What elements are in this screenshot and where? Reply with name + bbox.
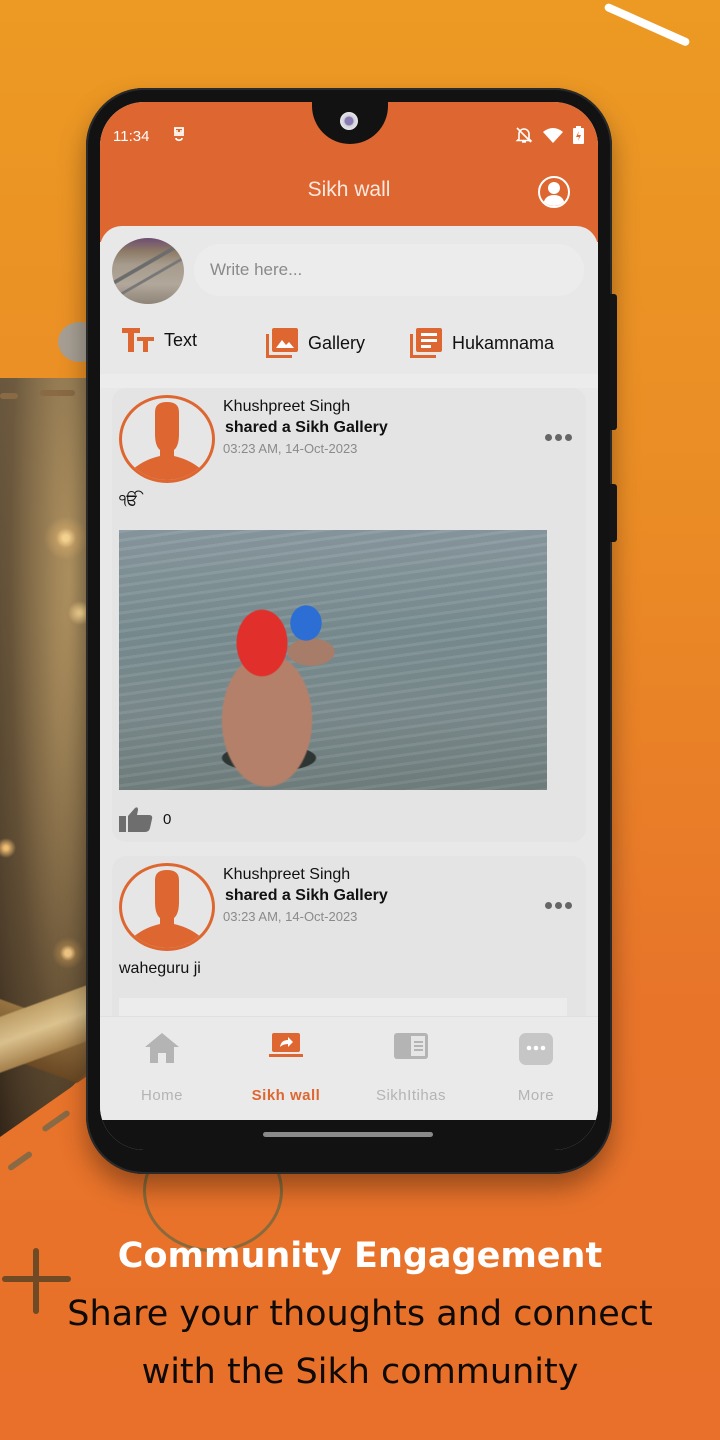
nav-sikhitihas[interactable]: SikhItihas: [349, 1017, 473, 1120]
thumbs-up-icon[interactable]: [119, 806, 153, 832]
post-author-name[interactable]: Khushpreet Singh: [223, 398, 350, 416]
user-silhouette-icon: [130, 402, 204, 480]
app-notification-icon: [174, 127, 184, 142]
wifi-icon: [543, 128, 563, 143]
status-time: 11:34: [113, 128, 150, 145]
phone-volume-button: [610, 294, 617, 430]
user-silhouette-icon: [130, 870, 204, 948]
page-title: Sikh wall: [307, 178, 391, 201]
nav-more[interactable]: More: [474, 1017, 598, 1120]
nav-sikh-wall-label: Sikh wall: [251, 1087, 321, 1104]
gallery-icon: [266, 328, 298, 358]
post-action-target[interactable]: Sikh Gallery: [295, 887, 388, 904]
my-avatar[interactable]: [112, 238, 184, 304]
post-type-hukamnama-label: Hukamnama: [452, 332, 555, 353]
home-gesture-bar[interactable]: [263, 1132, 433, 1137]
post-type-hukamnama[interactable]: Hukamnama: [410, 328, 554, 358]
battery-charging-icon: [573, 126, 584, 144]
feed-content: Text Gallery Hukamnama: [100, 226, 598, 1056]
app-bar: 11:34 Sikh wall: [100, 102, 598, 242]
profile-button[interactable]: [538, 176, 570, 208]
user-profile-icon: [543, 182, 565, 206]
post-type-bar: Text Gallery Hukamnama: [100, 328, 598, 374]
more-dots-icon: [545, 434, 552, 441]
nav-home-label: Home: [140, 1087, 183, 1104]
system-gesture-area: [100, 1120, 598, 1150]
post-author-avatar[interactable]: [119, 863, 215, 951]
post-type-text-label: Text: [164, 329, 198, 350]
decorative-plus: [2, 1276, 71, 1282]
more-dots-icon: [565, 902, 572, 909]
post-action-prefix: shared a: [225, 419, 291, 436]
post-action-target[interactable]: Sikh Gallery: [295, 419, 388, 436]
post-type-gallery[interactable]: Gallery: [266, 328, 365, 358]
post-type-gallery-label: Gallery: [308, 332, 366, 353]
book-icon: [394, 1033, 428, 1059]
composer: [112, 238, 584, 306]
promo-subtitle-line-2: with the Sikh community: [141, 1352, 579, 1392]
decorative-dash: [0, 393, 18, 399]
write-post-input[interactable]: [194, 244, 584, 296]
nav-sikh-wall[interactable]: Sikh wall: [224, 1017, 348, 1120]
phone-power-button: [610, 484, 617, 542]
post-text: ੴ: [119, 492, 139, 509]
post-timestamp: 03:23 AM, 14-Oct-2023: [223, 441, 358, 456]
text-format-icon: [122, 328, 154, 352]
promo-subtitle-line-1: Share your thoughts and connect: [67, 1294, 653, 1334]
phone-screen: 11:34 Sikh wall Write here... Text Galle…: [100, 102, 598, 1150]
post-more-button[interactable]: [545, 434, 572, 441]
nav-more-label: More: [517, 1087, 555, 1104]
home-icon: [145, 1033, 179, 1063]
like-count: 0: [163, 810, 172, 828]
share-screen-icon: [269, 1033, 303, 1057]
nav-sikhitihas-label: SikhItihas: [375, 1087, 447, 1104]
more-dots-icon: [565, 434, 572, 441]
decorative-line: [603, 2, 691, 48]
decorative-dash: [40, 390, 75, 396]
like-row: 0: [119, 806, 171, 832]
post-author-name[interactable]: Khushpreet Singh: [223, 866, 350, 884]
front-camera: [340, 112, 358, 130]
feed-divider: [100, 374, 598, 388]
post-more-button[interactable]: [545, 902, 572, 909]
bottom-navigation: Home Sikh wall SikhItihas More: [100, 1016, 598, 1120]
document-list-icon: [410, 328, 442, 358]
post-text: waheguru ji: [119, 960, 201, 977]
post-action: shared a Sikh Gallery: [225, 419, 388, 437]
post-action-prefix: shared a: [225, 887, 291, 904]
post-author-avatar[interactable]: [119, 395, 215, 483]
nav-home[interactable]: Home: [100, 1017, 224, 1120]
post-image[interactable]: [119, 530, 547, 790]
feed-post: Khushpreet Singh shared a Sikh Gallery 0…: [112, 388, 586, 842]
more-dots-icon: [545, 902, 552, 909]
post-type-text[interactable]: Text: [122, 328, 197, 352]
bell-off-icon: [515, 127, 533, 143]
post-timestamp: 03:23 AM, 14-Oct-2023: [223, 909, 358, 924]
more-dots-icon: [555, 434, 562, 441]
more-icon: [519, 1033, 553, 1065]
promo-title: Community Engagement: [117, 1236, 603, 1276]
post-action: shared a Sikh Gallery: [225, 887, 388, 905]
more-dots-icon: [555, 902, 562, 909]
